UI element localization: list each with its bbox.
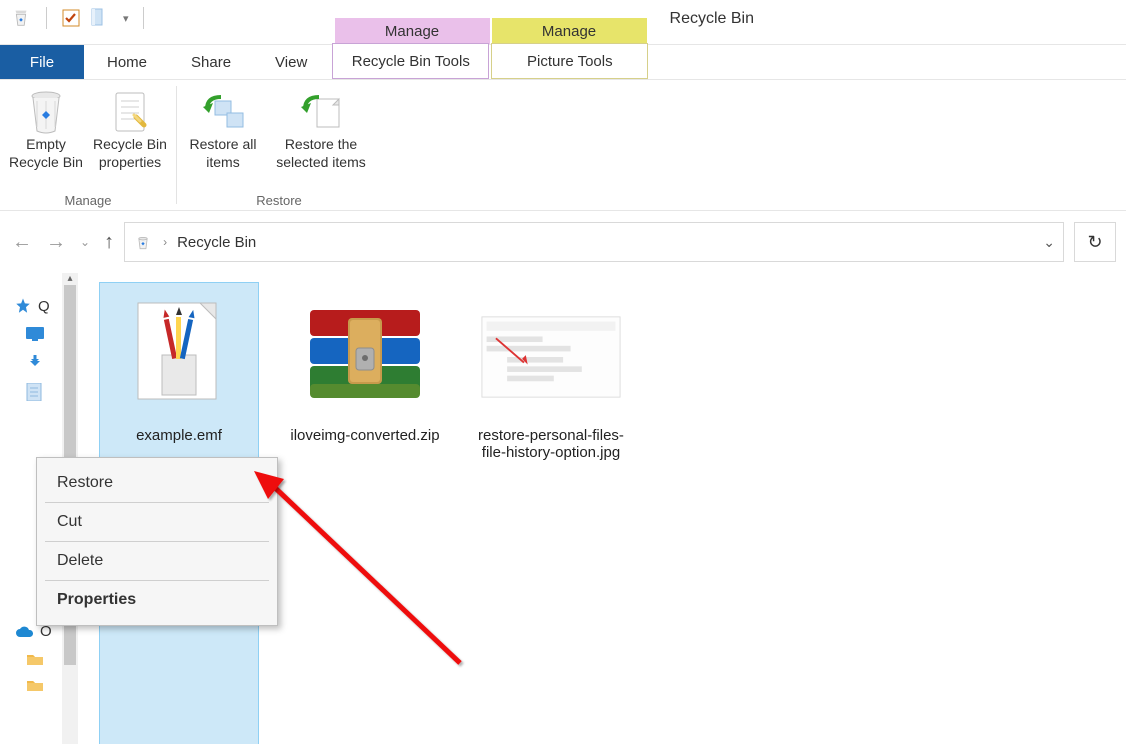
restore-all-icon <box>199 88 247 136</box>
contextual-tab-group: Manage Manage <box>334 18 648 44</box>
nav-arrows: ← → ⌄ ↑ <box>12 231 114 254</box>
back-button[interactable]: ← <box>12 231 32 254</box>
context-menu-restore[interactable]: Restore <box>37 464 277 502</box>
file-tab[interactable]: File <box>0 45 84 79</box>
address-location: Recycle Bin <box>177 234 256 251</box>
ribbon-tabs: File Home Share View Recycle Bin Tools P… <box>0 45 1126 80</box>
separator <box>143 7 144 29</box>
restore-selected-icon <box>297 88 345 136</box>
trash-icon <box>25 88 67 136</box>
context-menu-cut[interactable]: Cut <box>37 503 277 541</box>
label: Restore all items <box>181 136 265 171</box>
checkbox-icon[interactable] <box>61 8 81 28</box>
contextual-tab-manage-pink[interactable]: Manage <box>335 18 490 44</box>
recycle-bin-properties-button[interactable]: Recycle Bin properties <box>88 86 172 171</box>
ribbon: Empty Recycle Bin Recycle Bin properties… <box>0 80 1126 211</box>
window-title: Recycle Bin <box>648 10 774 34</box>
restore-all-items-button[interactable]: Restore all items <box>181 86 265 171</box>
star-icon <box>14 297 32 315</box>
file-name: example.emf <box>136 427 222 444</box>
label: Recycle Bin properties <box>88 136 172 171</box>
tab-picture-tools[interactable]: Picture Tools <box>491 43 648 79</box>
group-label: Restore <box>256 193 302 208</box>
up-button[interactable]: ↑ <box>104 231 114 254</box>
ribbon-group-restore: Restore all items Restore the selected i… <box>177 80 381 210</box>
desktop-icon <box>26 327 44 341</box>
separator <box>46 7 47 29</box>
address-bar[interactable]: › Recycle Bin ⌄ <box>124 222 1064 262</box>
file-name: iloveimg-converted.zip <box>290 427 439 444</box>
label: Restore the selected items <box>265 136 377 171</box>
recycle-bin-icon <box>133 232 153 252</box>
title-bar: ▾ Manage Manage Recycle Bin <box>0 0 1126 45</box>
context-menu-properties[interactable]: Properties <box>37 581 277 619</box>
quick-access-toolbar: ▾ <box>0 0 154 44</box>
tab-recycle-bin-tools[interactable]: Recycle Bin Tools <box>332 43 489 79</box>
ribbon-group-manage: Empty Recycle Bin Recycle Bin properties… <box>0 80 176 210</box>
address-dropdown-icon[interactable]: ⌄ <box>1043 234 1055 251</box>
tab-view[interactable]: View <box>254 44 328 79</box>
tab-home[interactable]: Home <box>86 44 168 79</box>
label: Empty Recycle Bin <box>4 136 88 171</box>
qat-dropdown-icon[interactable]: ▾ <box>123 12 129 25</box>
file-item-zip[interactable]: iloveimg-converted.zip <box>286 283 444 744</box>
context-menu: Restore Cut Delete Properties <box>36 457 278 626</box>
tab-share[interactable]: Share <box>170 44 252 79</box>
file-thumbnail <box>295 287 435 427</box>
navigation-bar: ← → ⌄ ↑ › Recycle Bin ⌄ ↻ <box>0 211 1126 273</box>
label: Q <box>38 298 50 315</box>
context-menu-delete[interactable]: Delete <box>37 542 277 580</box>
properties-icon <box>110 88 150 136</box>
refresh-button[interactable]: ↻ <box>1074 222 1116 262</box>
download-arrow-icon <box>26 353 44 371</box>
folder-icon <box>26 678 44 692</box>
restore-selected-items-button[interactable]: Restore the selected items <box>265 86 377 171</box>
scroll-up-icon[interactable]: ▴ <box>62 273 78 284</box>
file-thumbnail <box>109 287 249 427</box>
group-label: Manage <box>65 193 112 208</box>
file-name: restore-personal-files-file-history-opti… <box>476 427 626 461</box>
document-icon <box>26 383 42 401</box>
recent-dropdown-icon[interactable]: ⌄ <box>80 235 90 249</box>
cloud-icon <box>14 625 34 639</box>
folder-icon <box>26 652 44 666</box>
file-item-image[interactable]: restore-personal-files-file-history-opti… <box>472 283 630 744</box>
recycle-bin-icon <box>10 7 32 29</box>
file-thumbnail <box>481 287 621 427</box>
chevron-right-icon[interactable]: › <box>163 235 167 249</box>
panel-icon[interactable] <box>91 8 113 28</box>
empty-recycle-bin-button[interactable]: Empty Recycle Bin <box>4 86 88 171</box>
forward-button[interactable]: → <box>46 231 66 254</box>
contextual-tab-manage-yellow[interactable]: Manage <box>492 18 647 44</box>
